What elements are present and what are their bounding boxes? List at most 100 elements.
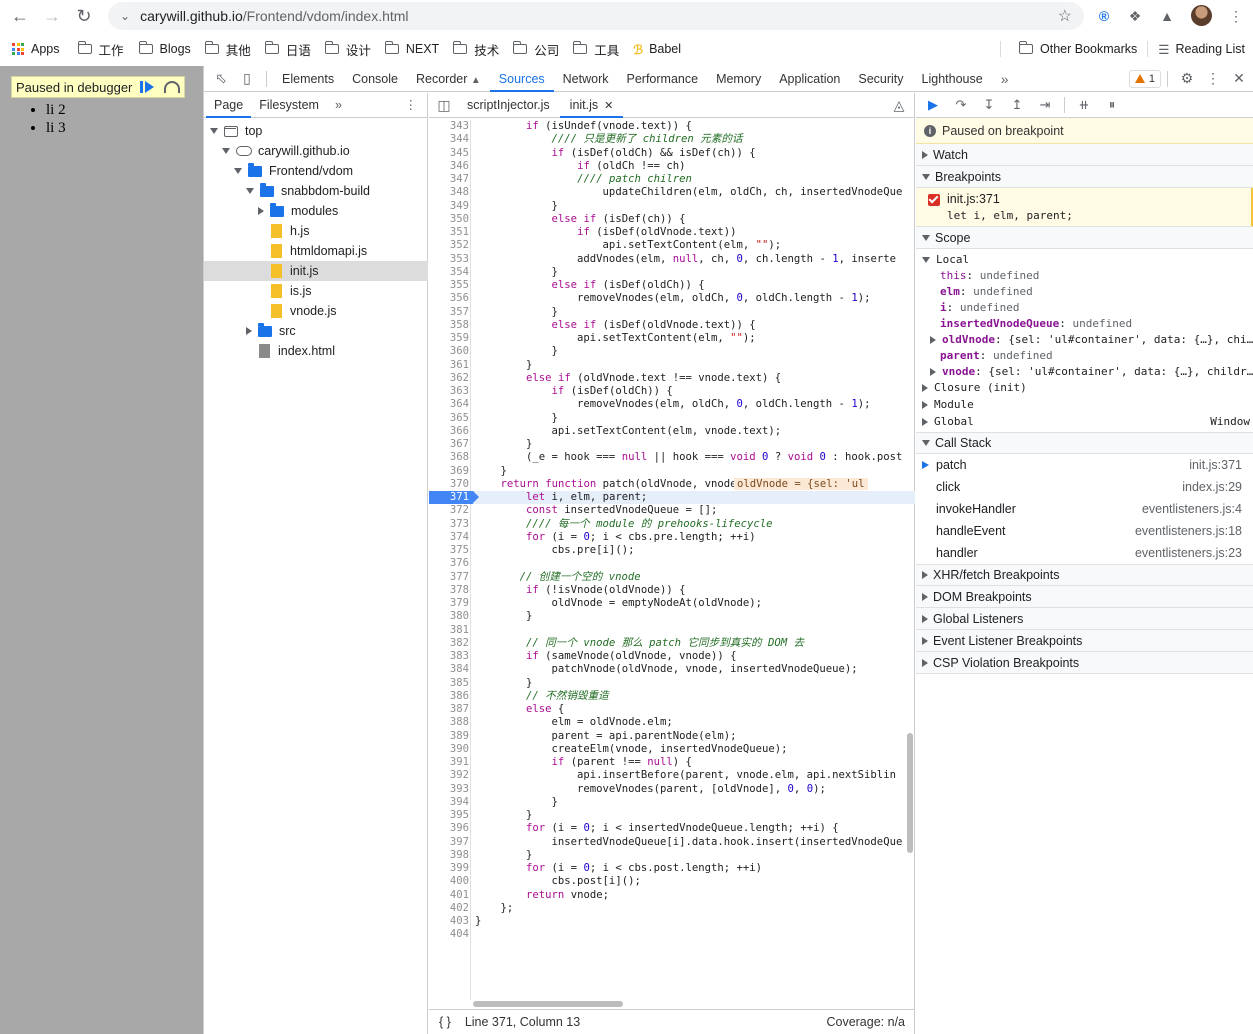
call-frame-location[interactable]: eventlisteners.js:18: [1135, 524, 1242, 538]
code-line[interactable]: 399 for (i = 0; i < cbs.post.length; ++i…: [429, 862, 915, 875]
line-number[interactable]: 381: [429, 624, 469, 637]
section-xhr-breakpoints[interactable]: XHR/fetch Breakpoints: [916, 564, 1253, 586]
tab-elements[interactable]: Elements: [273, 66, 343, 92]
code-line[interactable]: 401 return vnode;: [429, 889, 915, 902]
section-scope[interactable]: Scope: [916, 227, 1253, 249]
line-number[interactable]: 375: [429, 544, 469, 557]
line-number[interactable]: 377: [429, 571, 469, 584]
tab-memory[interactable]: Memory: [707, 66, 770, 92]
code-line[interactable]: 367 }: [429, 438, 915, 451]
tree-item-file[interactable]: init.js: [204, 261, 428, 281]
code-line[interactable]: 354 }: [429, 266, 915, 279]
line-number[interactable]: 344: [429, 133, 469, 146]
line-number[interactable]: 400: [429, 875, 469, 888]
breakpoint-item[interactable]: init.js:371 let i, elm, parent;: [916, 188, 1253, 227]
more-tabs-icon[interactable]: »: [327, 93, 350, 118]
inspect-element-icon[interactable]: ⬁: [208, 66, 234, 92]
bookmark-folder[interactable]: 日语: [264, 36, 311, 62]
extension-r-icon[interactable]: ®: [1094, 6, 1114, 26]
line-number[interactable]: 404: [429, 928, 469, 941]
line-number[interactable]: 399: [429, 862, 469, 875]
code-line[interactable]: 384 patchVnode(oldVnode, vnode, inserted…: [429, 663, 915, 676]
back-icon[interactable]: ←: [4, 0, 36, 32]
forward-icon[interactable]: →: [36, 0, 68, 32]
code-line[interactable]: 398 }: [429, 849, 915, 862]
step-out-icon[interactable]: ↥: [1008, 96, 1026, 114]
line-number[interactable]: 359: [429, 332, 469, 345]
editor-tab[interactable]: scriptInjector.js: [457, 93, 560, 118]
code-line[interactable]: 385 }: [429, 677, 915, 690]
code-line[interactable]: 389 parent = api.parentNode(elm);: [429, 730, 915, 743]
tree-item-folder[interactable]: modules: [204, 201, 428, 221]
bookmark-folder[interactable]: NEXT: [384, 36, 439, 62]
section-watch[interactable]: Watch: [916, 144, 1253, 166]
line-number[interactable]: 382: [429, 637, 469, 650]
avatar[interactable]: [1191, 5, 1212, 26]
line-number[interactable]: 392: [429, 769, 469, 782]
code-line[interactable]: 390 createElm(vnode, insertedVnodeQueue)…: [429, 743, 915, 756]
code-area[interactable]: 343 if (isUndef(vnode.text)) {344 //// 只…: [429, 120, 915, 1000]
address-bar[interactable]: ⌄ carywill.github.io/Frontend/vdom/index…: [108, 2, 1084, 30]
code-line[interactable]: 402 };: [429, 902, 915, 915]
expand-arrow-icon[interactable]: [922, 440, 930, 446]
code-line[interactable]: 380 }: [429, 610, 915, 623]
line-number[interactable]: 394: [429, 796, 469, 809]
step-icon[interactable]: ⇥: [1036, 96, 1054, 114]
line-number[interactable]: 396: [429, 822, 469, 835]
expand-arrow-icon[interactable]: [922, 234, 930, 241]
section-dom-breakpoints[interactable]: DOM Breakpoints: [916, 586, 1253, 608]
device-toolbar-icon[interactable]: ▯: [234, 66, 260, 92]
call-frame-location[interactable]: eventlisteners.js:23: [1135, 546, 1242, 560]
code-line[interactable]: 352 api.setTextContent(elm, "");: [429, 239, 915, 252]
code-line[interactable]: 388 elm = oldVnode.elm;: [429, 716, 915, 729]
collapse-arrow-icon[interactable]: [922, 571, 928, 579]
collapse-arrow-icon[interactable]: [922, 614, 928, 623]
more-tabs-icon[interactable]: »: [992, 66, 1018, 92]
close-tab-icon[interactable]: ✕: [604, 100, 613, 112]
tab-console[interactable]: Console: [343, 66, 407, 92]
scope-variable[interactable]: oldVnode: {sel: 'ul#container', data: {……: [916, 332, 1253, 348]
call-frame[interactable]: invokeHandler eventlisteners.js:4: [916, 498, 1253, 520]
tree-item-folder[interactable]: src: [204, 321, 428, 341]
code-line[interactable]: 375 cbs.pre[i]();: [429, 544, 915, 557]
deactivate-breakpoints-icon[interactable]: ⧺: [1075, 96, 1093, 114]
code-line[interactable]: 395 }: [429, 809, 915, 822]
scope-variable[interactable]: elm: undefined: [916, 284, 1253, 300]
step-into-icon[interactable]: ↧: [980, 96, 998, 114]
line-number[interactable]: 402: [429, 902, 469, 915]
code-line[interactable]: 347 //// patch chilren: [429, 173, 915, 186]
code-line[interactable]: 382 // 同一个 vnode 那么 patch 它同步到真实的 DOM 去: [429, 637, 915, 650]
collapse-arrow-icon[interactable]: [922, 401, 928, 409]
tab-lighthouse[interactable]: Lighthouse: [913, 66, 992, 92]
line-number[interactable]: 361: [429, 359, 469, 372]
line-number[interactable]: 362: [429, 372, 469, 385]
line-number[interactable]: 365: [429, 412, 469, 425]
reload-icon[interactable]: ↻: [68, 0, 100, 32]
bookmark-folder[interactable]: 工具: [573, 36, 619, 62]
line-number[interactable]: 397: [429, 836, 469, 849]
tab-sources[interactable]: Sources: [489, 66, 554, 92]
line-number[interactable]: 403: [429, 915, 469, 928]
line-number[interactable]: 374: [429, 531, 469, 544]
line-number[interactable]: 353: [429, 253, 469, 266]
line-number[interactable]: 364: [429, 398, 469, 411]
line-number[interactable]: 356: [429, 292, 469, 305]
bookmark-folder[interactable]: Blogs: [138, 36, 191, 62]
code-line[interactable]: 362 else if (oldVnode.text !== vnode.tex…: [429, 372, 915, 385]
line-number[interactable]: 378: [429, 584, 469, 597]
code-line[interactable]: 373 //// 每一个 module 的 prehooks-lifecycle: [429, 518, 915, 531]
chevron-down-icon[interactable]: ⌄: [120, 9, 130, 23]
line-number[interactable]: 370: [429, 478, 469, 491]
code-line[interactable]: 378 if (!isVnode(oldVnode)) {: [429, 584, 915, 597]
line-number[interactable]: 383: [429, 650, 469, 663]
scope-variable[interactable]: vnode: {sel: 'ul#container', data: {…}, …: [916, 364, 1253, 380]
collapse-arrow-icon[interactable]: [930, 368, 936, 376]
bookmark-folder[interactable]: 公司: [513, 36, 559, 62]
scope-local[interactable]: Local: [916, 252, 1253, 268]
tree-item-file[interactable]: index.html: [204, 341, 428, 361]
code-line[interactable]: 351 if (isDef(oldVnode.text)): [429, 226, 915, 239]
tab-page[interactable]: Page: [206, 93, 252, 118]
collapse-arrow-icon[interactable]: [930, 336, 936, 344]
close-icon[interactable]: ✕: [1226, 66, 1252, 92]
line-number[interactable]: 355: [429, 279, 469, 292]
